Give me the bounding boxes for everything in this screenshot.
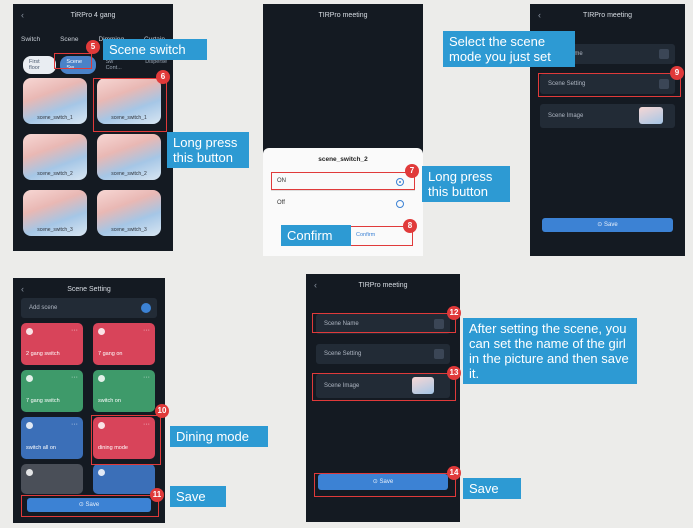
scene-card[interactable]: ··· 7 gang on (93, 323, 155, 365)
scene-card-name: 7 gang switch (26, 398, 60, 404)
callout-long-press-2: Long press this button (422, 166, 510, 202)
add-scene-label: Add scene (29, 305, 58, 311)
callout-dining-mode: Dining mode (170, 426, 268, 447)
scene-card-name: switch on (98, 398, 121, 404)
scene-card-name: 7 gang on (98, 351, 123, 357)
callout-confirm: Confirm (281, 225, 351, 246)
scene-tile-label: scene_switch_3 (111, 227, 147, 233)
chevron-icon (434, 349, 444, 359)
add-icon[interactable] (141, 303, 151, 313)
row-scene-setting[interactable]: Scene Setting (316, 344, 450, 364)
page-title: TIRPro meeting (318, 12, 368, 19)
scene-tile[interactable]: scene_switch_2 (97, 134, 161, 180)
row-label: Scene Setting (324, 351, 362, 357)
page-title: Scene Setting (67, 286, 111, 293)
callout-save-1: Save (170, 486, 226, 507)
more-icon[interactable]: ··· (71, 327, 78, 334)
highlight-dining-card (91, 415, 161, 465)
radio-off[interactable] (396, 200, 404, 208)
highlight-save-button (21, 495, 159, 517)
scene-tile[interactable]: scene_switch_3 (23, 190, 87, 236)
scene-tile[interactable]: scene_switch_1 (23, 78, 87, 124)
scene-card-name: switch all on (26, 445, 56, 451)
scene-tile[interactable]: scene_switch_2 (23, 134, 87, 180)
more-icon[interactable]: ··· (143, 374, 150, 381)
tab-switch[interactable]: Switch (21, 36, 40, 43)
scene-tile-label: scene_switch_2 (111, 171, 147, 177)
save-button[interactable]: ⊙ Save (542, 218, 673, 232)
page-title: TIRPro meeting (582, 12, 633, 19)
scene-card[interactable]: ··· 7 gang switch (21, 370, 83, 412)
scene-icon (26, 328, 33, 335)
step-badge-7: 7 (405, 164, 419, 178)
phone-dialog: TIRPro meeting scene_switch_2 ON Off Con… (263, 4, 423, 256)
highlight-scene-image-row (312, 373, 456, 401)
option-off-label[interactable]: Off (277, 200, 285, 206)
highlight-scene-switch-chip (54, 53, 92, 69)
scene-icon (98, 328, 105, 335)
dialog-title: scene_switch_2 (318, 156, 368, 163)
more-icon[interactable]: ··· (71, 421, 78, 428)
scene-tile-label: scene_switch_3 (37, 227, 73, 233)
phone-scene-setting: ‹ Scene Setting Add scene ··· 2 gang swit… (13, 278, 165, 523)
callout-after-setting: After setting the scene, you can set the… (463, 318, 637, 384)
scene-icon (98, 375, 105, 382)
callout-long-press-1: Long press this button (167, 132, 249, 168)
step-badge-12: 12 (447, 306, 461, 320)
scene-icon (26, 469, 33, 476)
tab-scene[interactable]: Scene (60, 36, 78, 43)
scene-thumbnail (639, 107, 663, 124)
callout-scene-switch: Scene switch (103, 39, 207, 60)
scene-card[interactable]: ··· 2 gang switch (21, 323, 83, 365)
chip-first-floor[interactable]: First floor (23, 56, 57, 74)
scene-card[interactable] (21, 464, 83, 494)
scene-card[interactable]: ··· switch on (93, 370, 155, 412)
row-scene-image[interactable]: Scene Image (540, 104, 675, 128)
highlight-scene-tile (93, 78, 167, 132)
callout-save-2: Save (463, 478, 521, 499)
save-label: Save (604, 222, 618, 228)
step-badge-8: 8 (403, 219, 417, 233)
scene-tile[interactable]: scene_switch_3 (97, 190, 161, 236)
highlight-scene-setting-row (538, 73, 681, 97)
highlight-on-option (271, 172, 415, 190)
callout-select-scene: Select the scene mode you just set (443, 31, 575, 67)
step-badge-9: 9 (670, 66, 684, 80)
scene-card-name: 2 gang switch (26, 351, 60, 357)
highlight-save-button-2 (314, 473, 456, 497)
highlight-scene-name-row (312, 313, 456, 333)
step-badge-5: 5 (86, 40, 100, 54)
row-label: Scene Image (548, 113, 584, 119)
scene-tile-label: scene_switch_2 (37, 171, 73, 177)
page-title: TIRPro meeting (358, 282, 408, 289)
scene-card[interactable] (93, 464, 155, 494)
scene-card[interactable]: ··· switch all on (21, 417, 83, 459)
scene-icon (26, 375, 33, 382)
divider (271, 190, 415, 191)
step-badge-6: 6 (156, 70, 170, 84)
step-badge-14: 14 (447, 466, 461, 480)
page-title: TiRPro 4 gang (70, 12, 116, 19)
more-icon[interactable]: ··· (143, 327, 150, 334)
edit-icon (659, 49, 669, 59)
scene-icon (26, 422, 33, 429)
more-icon[interactable]: ··· (71, 374, 78, 381)
step-badge-11: 11 (150, 488, 164, 502)
step-badge-10: 10 (155, 404, 169, 418)
add-scene-row[interactable]: Add scene (21, 298, 157, 318)
scene-icon (98, 469, 105, 476)
scene-tile-label: scene_switch_1 (37, 115, 73, 121)
step-badge-13: 13 (447, 366, 461, 380)
